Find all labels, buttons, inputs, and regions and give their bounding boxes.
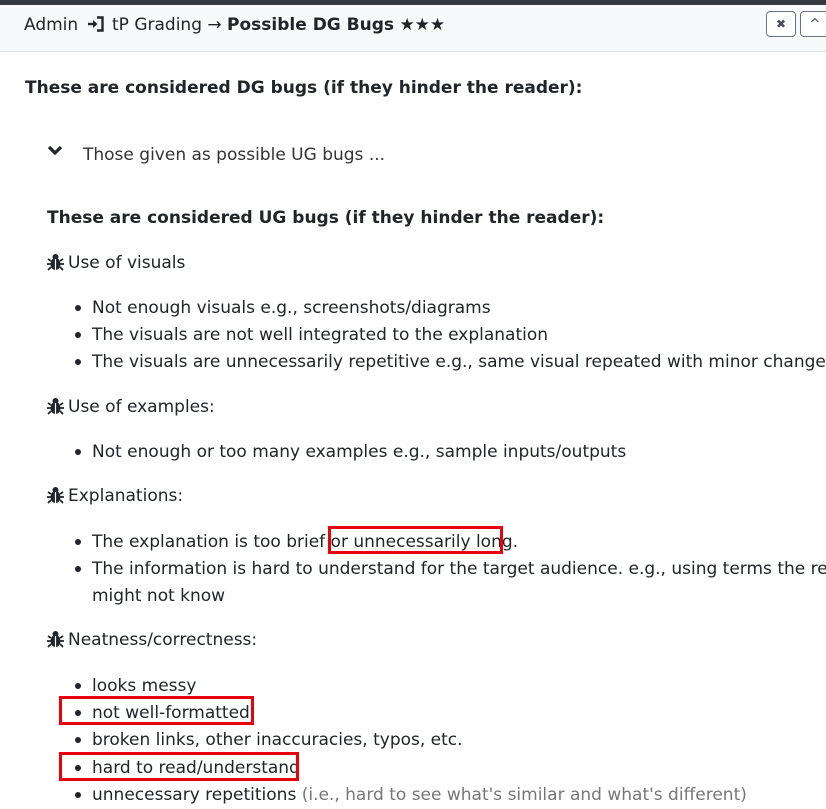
chevron-down-icon[interactable]: [47, 142, 63, 164]
close-button[interactable]: ✖: [766, 11, 796, 37]
highlight-box: [328, 526, 503, 554]
list-item: The visuals are not well integrated to t…: [92, 325, 549, 345]
list-item: Not enough visuals e.g., screenshots/dia…: [92, 298, 491, 318]
dg-bugs-heading: These are considered DG bugs (if they hi…: [25, 78, 583, 98]
section-use-of-visuals: Use of visuals: [46, 252, 185, 277]
highlight-box: [59, 752, 299, 781]
bullet: [75, 566, 81, 572]
section-use-of-examples: Use of examples:: [46, 396, 215, 421]
list-item: The visuals are unnecessarily repetitive…: [92, 352, 826, 372]
bullet: [75, 305, 81, 311]
list-item: Not enough or too many examples e.g., sa…: [92, 442, 627, 462]
bug-icon: [46, 253, 65, 277]
collapse-button[interactable]: ^: [800, 11, 826, 37]
bug-icon: [46, 486, 65, 510]
breadcrumb: Admin tP Grading → Possible DG Bugs ★★★: [24, 14, 445, 39]
breadcrumb-admin[interactable]: Admin: [24, 15, 78, 35]
section-label: Explanations:: [68, 486, 184, 506]
list-item-continuation: might not know: [92, 586, 226, 606]
bullet: [75, 449, 81, 455]
rating-stars: ★★★: [399, 15, 446, 35]
section-label: Neatness/correctness:: [68, 630, 258, 650]
bullet: [75, 332, 81, 338]
highlight-box: [59, 696, 254, 725]
section-explanations: Explanations:: [46, 485, 183, 510]
section-label: Use of examples:: [68, 397, 215, 417]
panel-header: Admin tP Grading → Possible DG Bugs ★★★ …: [0, 5, 826, 52]
bug-icon: [46, 630, 65, 654]
chevron-up-icon: ^: [809, 16, 821, 32]
list-item: The information is hard to understand fo…: [92, 559, 826, 579]
bullet: [75, 683, 81, 689]
page-title: Possible DG Bugs: [227, 15, 395, 35]
bullet: [75, 737, 81, 743]
bullet: [75, 539, 81, 545]
section-neatness: Neatness/correctness:: [46, 629, 257, 654]
collapsible-label[interactable]: Those given as possible UG bugs ...: [83, 144, 385, 166]
ug-bugs-heading: These are considered UG bugs (if they hi…: [47, 208, 605, 228]
panel-body: These are considered DG bugs (if they hi…: [0, 52, 826, 809]
bullet: [75, 792, 81, 798]
list-item: looks messy: [92, 676, 197, 696]
breadcrumb-tp-grading[interactable]: tP Grading →: [112, 15, 222, 35]
sign-in-arrow-icon: [87, 15, 105, 39]
section-label: Use of visuals: [68, 253, 186, 273]
list-item: broken links, other inaccuracies, typos,…: [92, 730, 463, 750]
list-item-note: (i.e., hard to see what's similar and wh…: [301, 785, 747, 805]
bullet: [75, 359, 81, 365]
bug-icon: [46, 397, 65, 421]
list-item: unnecessary repetitions (i.e., hard to s…: [92, 784, 747, 806]
close-icon: ✖: [775, 17, 787, 31]
list-item-text: unnecessary repetitions: [92, 785, 297, 805]
